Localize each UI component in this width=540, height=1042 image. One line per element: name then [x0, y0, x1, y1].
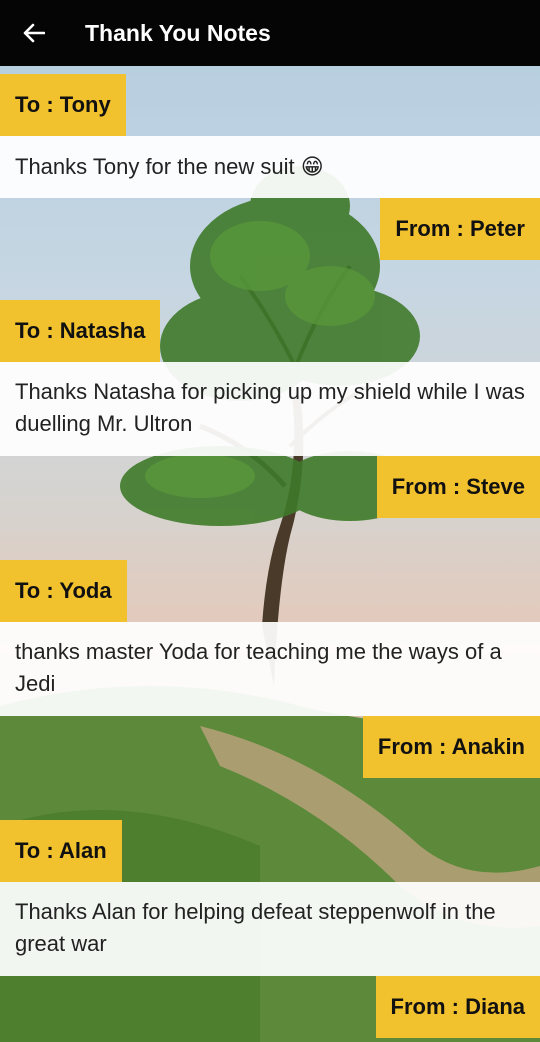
back-button[interactable] [20, 19, 48, 47]
app-bar: Thank You Notes [0, 0, 540, 66]
note-from-label: From : Peter [380, 198, 540, 260]
note-message: Thanks Tony for the new suit 😁 [0, 136, 540, 198]
note-from-label: From : Steve [376, 456, 540, 518]
note-to-label: To : Yoda [0, 560, 127, 622]
note-message: thanks master Yoda for teaching me the w… [0, 622, 540, 716]
note-from-label: From : Anakin [362, 716, 540, 778]
note-card[interactable]: To : Alan Thanks Alan for helping defeat… [0, 820, 540, 1038]
note-to-label: To : Natasha [0, 300, 161, 362]
arrow-left-icon [23, 23, 45, 43]
notes-list: To : Tony Thanks Tony for the new suit 😁… [0, 66, 540, 1038]
note-from-label: From : Diana [375, 976, 540, 1038]
page-title: Thank You Notes [85, 19, 271, 46]
note-to-label: To : Tony [0, 74, 126, 136]
note-to-label: To : Alan [0, 820, 122, 882]
note-card[interactable]: To : Natasha Thanks Natasha for picking … [0, 300, 540, 518]
note-card[interactable]: To : Yoda thanks master Yoda for teachin… [0, 560, 540, 778]
note-message: Thanks Natasha for picking up my shield … [0, 362, 540, 456]
note-message: Thanks Alan for helping defeat steppenwo… [0, 882, 540, 976]
note-card[interactable]: To : Tony Thanks Tony for the new suit 😁… [0, 74, 540, 260]
